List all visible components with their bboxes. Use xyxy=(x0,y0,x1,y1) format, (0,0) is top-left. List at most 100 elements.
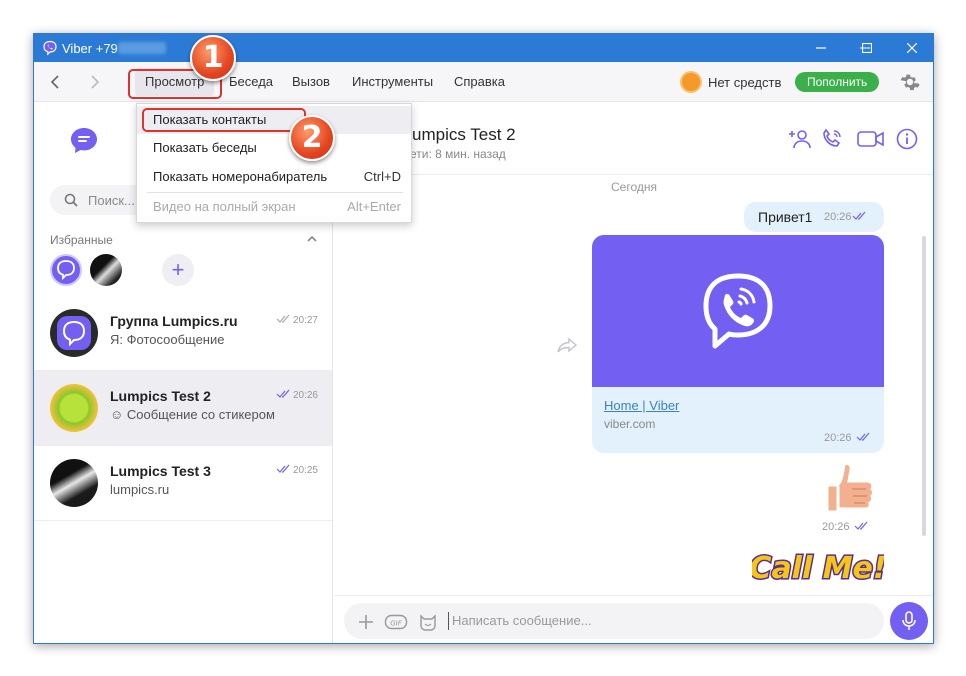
conversation-time: 20:25 xyxy=(292,465,318,476)
maximize-button[interactable] xyxy=(844,34,890,62)
conversation-preview: lumpics.ru xyxy=(110,482,170,497)
messages-scrollbar[interactable] xyxy=(922,236,926,536)
message-time: 20:26 xyxy=(822,521,850,533)
message-text: Привет1 xyxy=(758,209,813,225)
favorites-label: Избранные xyxy=(50,233,113,247)
voice-message-button[interactable] xyxy=(890,602,928,640)
conversation-time: 20:26 xyxy=(292,390,318,401)
viber-logo-icon xyxy=(703,273,773,349)
viber-logo-icon xyxy=(57,260,75,281)
search-icon xyxy=(64,193,78,207)
orange-balance-icon xyxy=(680,71,702,93)
viber-logo-icon xyxy=(57,316,91,350)
chevron-left-icon xyxy=(50,75,59,89)
menu-item-label: Видео на полный экран xyxy=(153,199,296,214)
highlight-show-contacts xyxy=(142,108,306,132)
forward-button[interactable] xyxy=(84,71,106,93)
step-1-badge: 1 xyxy=(190,35,236,81)
conversation-name: Lumpics Test 3 xyxy=(110,463,211,479)
step-2-badge: 2 xyxy=(289,115,335,161)
menu-item-label: Показать номеронабиратель xyxy=(153,169,328,184)
chevron-up-icon[interactable] xyxy=(306,233,318,245)
topup-button[interactable]: Пополнить xyxy=(795,72,880,92)
sticker-cat-icon[interactable] xyxy=(418,612,438,632)
favorite-avatar-group[interactable] xyxy=(50,254,82,286)
conversation-item[interactable]: Lumpics Test 3 lumpics.ru 20:25 xyxy=(34,446,332,521)
message-composer: GIF Написать сообщение... xyxy=(334,595,933,643)
add-favorite-button[interactable]: + xyxy=(162,254,194,286)
read-ticks-icon xyxy=(276,314,290,323)
read-ticks-icon xyxy=(854,521,868,530)
chats-icon[interactable] xyxy=(68,125,100,157)
sticker-icon: ☺ xyxy=(110,407,127,422)
conversation-preview: ☺ Сообщение со стикером xyxy=(110,407,275,422)
add-participant-icon[interactable] xyxy=(788,127,812,151)
maximize-icon xyxy=(862,43,872,53)
close-button[interactable] xyxy=(889,34,933,62)
menu-call[interactable]: Вызов xyxy=(292,74,330,89)
balance[interactable]: Нет средств xyxy=(680,71,781,93)
read-ticks-icon xyxy=(276,464,290,473)
avatar xyxy=(50,459,98,507)
conversation-name: Группа Lumpics.ru xyxy=(110,313,238,329)
message-time: 20:26 xyxy=(824,211,852,223)
gear-icon[interactable] xyxy=(899,71,921,93)
chevron-right-icon xyxy=(91,75,100,89)
microphone-icon xyxy=(902,611,916,630)
menu-tools[interactable]: Инструменты xyxy=(352,74,433,89)
message-input[interactable]: GIF Написать сообщение... xyxy=(344,603,884,639)
messages-area: Сегодня Привет1 20:26 Home | Viber viber… xyxy=(334,176,933,594)
forward-share-icon[interactable] xyxy=(556,336,578,354)
link-preview-message[interactable]: Home | Viber viber.com 20:26 xyxy=(592,235,884,453)
thumbs-up-sticker[interactable] xyxy=(822,458,884,520)
conversation-item[interactable]: Lumpics Test 2 ☺ Сообщение со стикером 2… xyxy=(34,371,332,446)
read-ticks-icon xyxy=(856,432,870,441)
composer-placeholder: Написать сообщение... xyxy=(452,613,592,628)
balance-label: Нет средств xyxy=(708,74,782,90)
info-icon[interactable] xyxy=(895,127,919,151)
conversation-preview: Я: Фотосообщение xyxy=(110,332,225,347)
video-call-icon[interactable] xyxy=(856,127,886,151)
menu-item-shortcut: Alt+Enter xyxy=(347,199,401,214)
conversation-item[interactable]: Группа Lumpics.ru Я: Фотосообщение 20:27 xyxy=(34,296,332,371)
link-preview-image xyxy=(592,235,884,387)
conversation-name: Lumpics Test 2 xyxy=(110,388,211,404)
avatar xyxy=(50,384,98,432)
plus-icon: + xyxy=(171,257,185,282)
minimize-button[interactable] xyxy=(798,34,844,62)
call-me-sticker[interactable]: Call Me! xyxy=(752,536,884,594)
viber-logo-icon xyxy=(43,40,57,56)
menu-conversation[interactable]: Беседа xyxy=(229,74,273,89)
plus-icon[interactable] xyxy=(356,612,376,632)
back-button[interactable] xyxy=(44,71,66,93)
text-caret xyxy=(448,612,449,630)
menu-help[interactable]: Справка xyxy=(454,74,505,89)
menu-item-label: Показать беседы xyxy=(153,140,257,155)
message-time: 20:26 xyxy=(824,432,852,444)
search-placeholder: Поиск... xyxy=(88,193,135,208)
close-icon xyxy=(907,43,917,53)
menu-item-show-dialer[interactable]: Показать номеронабиратель Ctrl+D xyxy=(137,163,411,191)
read-ticks-icon xyxy=(276,389,290,398)
viber-window: Viber +79 Просмотр Беседа Вызов Инструме… xyxy=(33,33,934,644)
minimize-icon xyxy=(816,47,826,49)
date-separator: Сегодня xyxy=(611,180,657,194)
read-ticks-icon xyxy=(852,211,866,220)
redacted-phone xyxy=(117,42,166,54)
link-title[interactable]: Home | Viber xyxy=(604,398,679,413)
chat-header: umpics Test 2 сети: 8 мин. назад xyxy=(334,103,933,175)
favorite-avatar-contact[interactable] xyxy=(90,254,122,286)
svg-text:GIF: GIF xyxy=(390,620,402,628)
chat-name: umpics Test 2 xyxy=(412,125,516,144)
conversation-time: 20:27 xyxy=(292,315,318,326)
outgoing-message[interactable]: Привет1 20:26 xyxy=(744,202,884,232)
menu-item-shortcut: Ctrl+D xyxy=(363,169,401,184)
menu-item-fullscreen-video: Видео на полный экран Alt+Enter xyxy=(137,193,411,221)
phone-icon[interactable] xyxy=(820,127,844,151)
link-domain: viber.com xyxy=(604,417,656,431)
chat-status: сети: 8 мин. назад xyxy=(404,147,506,161)
gif-icon[interactable]: GIF xyxy=(384,612,408,632)
sticker-text: Call Me! xyxy=(752,551,884,586)
menu-item-show-conversations[interactable]: Показать беседы xyxy=(137,134,411,162)
avatar xyxy=(50,309,98,357)
